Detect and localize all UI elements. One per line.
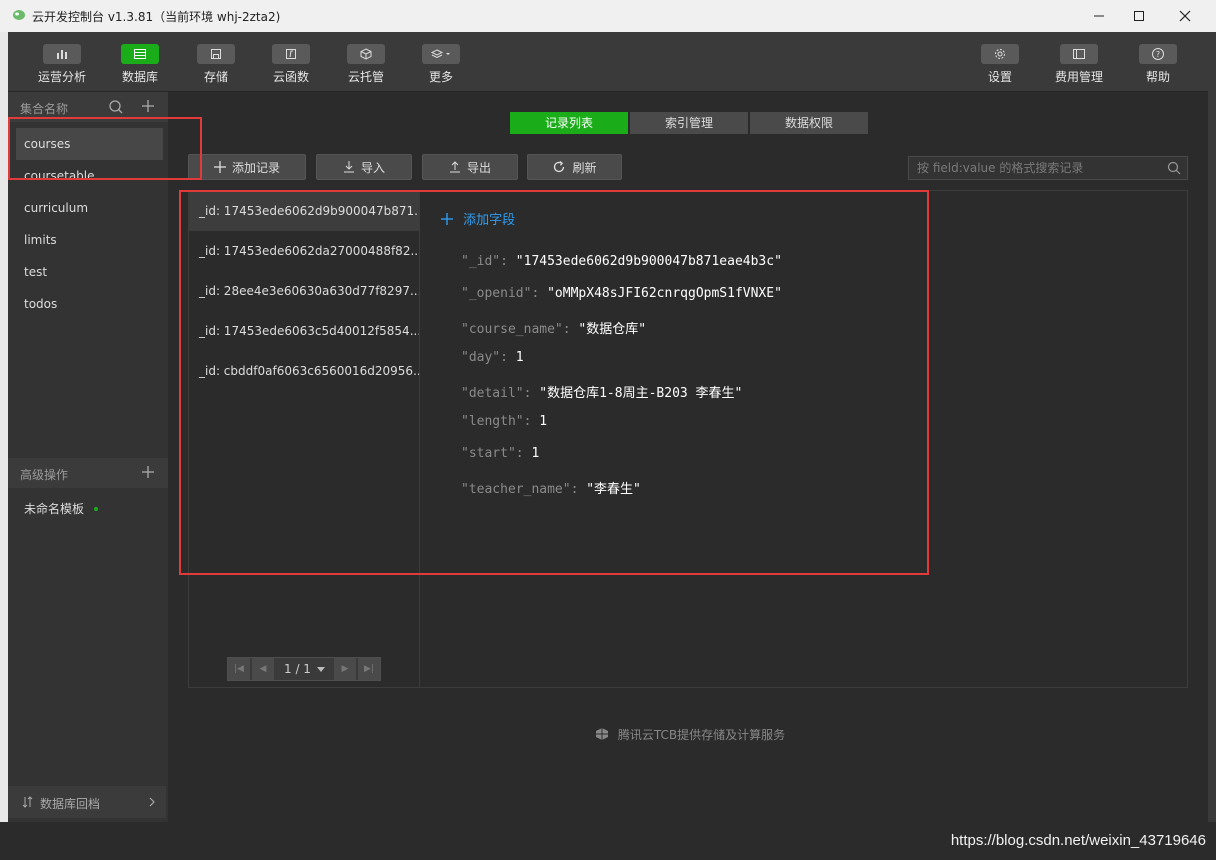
plus-icon [213,161,226,173]
watermark-text: https://blog.csdn.net/weixin_43719646 [950,832,1206,849]
database-icon [134,49,146,59]
highlight-box-record [179,190,929,575]
window-title: 云开发控制台 v1.3.81（当前环境 whj-2zta2) [32,10,281,24]
refresh-button[interactable]: 刷新 [527,154,622,180]
refresh-icon [554,161,565,173]
chevron-right-icon [149,797,155,807]
advanced-header: 高级操作 [8,458,168,488]
cube-icon [360,48,372,60]
tool-functions[interactable]: 云函数 [259,42,323,90]
tab-index-management[interactable]: 索引管理 [630,112,748,134]
tool-billing[interactable]: 费用管理 [1047,42,1111,90]
export-label: 导出 [466,160,491,175]
import-button[interactable]: 导入 [316,154,412,180]
add-record-button[interactable]: 添加记录 [188,154,306,180]
tool-more-label: 更多 [428,70,453,84]
tool-database-label: 数据库 [121,70,158,84]
tencent-cloud-logo-icon [596,728,608,740]
layers-icon [430,49,450,59]
tool-more[interactable]: 更多 [409,42,473,90]
tool-analytics[interactable]: 运营分析 [30,42,94,90]
search-icon[interactable] [108,99,124,115]
billing-icon [1073,49,1085,59]
first-page-button[interactable]: |◀ [228,658,250,680]
title-bar: 云开发控制台 v1.3.81（当前环境 whj-2zta2) [0,0,1216,32]
collection-item-limits[interactable]: limits [16,224,163,256]
status-dot [94,507,98,511]
highlight-box-collection [8,117,202,180]
refresh-label: 刷新 [572,160,597,175]
page-indicator[interactable]: 1 / 1 [284,662,311,676]
add-collection-icon[interactable] [140,98,156,114]
record-search [908,156,1188,180]
left-window-edge [0,32,8,860]
download-icon [343,161,354,173]
storage-icon [211,49,221,59]
database-rollback-label: 数据库回档 [40,797,101,811]
maximize-icon [1134,11,1144,21]
maximize-button[interactable] [1116,0,1162,32]
export-button[interactable]: 导出 [422,154,518,180]
minimize-icon [1094,15,1104,17]
add-record-label: 添加记录 [231,160,280,175]
tool-database[interactable]: 数据库 [108,42,172,90]
pagination: |◀ ◀ 1 / 1 ▶ ▶| [227,657,381,681]
collection-header-label: 集合名称 [20,102,69,116]
tool-cloud-hosting-label: 云托管 [347,70,384,84]
collection-item-test[interactable]: test [16,256,163,288]
next-page-button[interactable]: ▶ [334,658,356,680]
tool-settings-label: 设置 [987,70,1012,84]
app-logo-icon [13,10,25,20]
search-input[interactable] [917,160,1157,176]
collection-item-curriculum[interactable]: curriculum [16,192,163,224]
search-icon[interactable] [1167,161,1181,175]
template-item[interactable]: 未命名模板 [24,500,84,517]
powered-by-footer: 腾讯云TCB提供存储及计算服务 [594,726,785,743]
add-template-icon[interactable] [140,464,156,480]
prev-page-button[interactable]: ◀ [252,658,274,680]
tool-storage-label: 存储 [203,70,228,84]
gear-icon [995,49,1005,59]
close-icon [1179,10,1191,22]
close-button[interactable] [1162,0,1208,32]
tool-functions-label: 云函数 [272,70,309,84]
tool-help-label: 帮助 [1145,70,1170,84]
right-window-edge [1208,32,1216,860]
tool-help[interactable]: ? 帮助 [1126,42,1190,90]
tool-settings[interactable]: 设置 [968,42,1032,90]
database-rollback-button[interactable]: 数据库回档 [8,786,166,818]
tool-storage[interactable]: 存储 [184,42,248,90]
help-icon: ? [1152,48,1164,60]
svg-text:?: ? [1156,50,1160,59]
import-label: 导入 [360,160,385,175]
view-tabs: 记录列表 索引管理 数据权限 [510,112,868,134]
tool-cloud-hosting[interactable]: 云托管 [334,42,398,90]
advanced-header-label: 高级操作 [20,468,69,482]
last-page-button[interactable]: ▶| [358,658,380,680]
collection-sidebar: 集合名称 courses coursetable curriculum limi… [8,92,168,822]
sort-icon [22,796,33,808]
bar-chart-icon [57,50,67,59]
tab-record-list[interactable]: 记录列表 [510,112,628,134]
main-toolbar: 运营分析 数据库 存储 云函数 云托管 更多 设置 费用管理 ? 帮助 [8,32,1208,92]
chevron-down-icon [317,667,325,672]
collection-item-todos[interactable]: todos [16,288,163,320]
tool-analytics-label: 运营分析 [37,70,86,84]
bottom-bar: https://blog.csdn.net/weixin_43719646 [0,822,1216,860]
function-icon [286,49,296,59]
tab-data-permission[interactable]: 数据权限 [750,112,868,134]
powered-by-text: 腾讯云TCB提供存储及计算服务 [617,728,786,742]
tool-billing-label: 费用管理 [1054,70,1103,84]
upload-icon [449,161,460,173]
